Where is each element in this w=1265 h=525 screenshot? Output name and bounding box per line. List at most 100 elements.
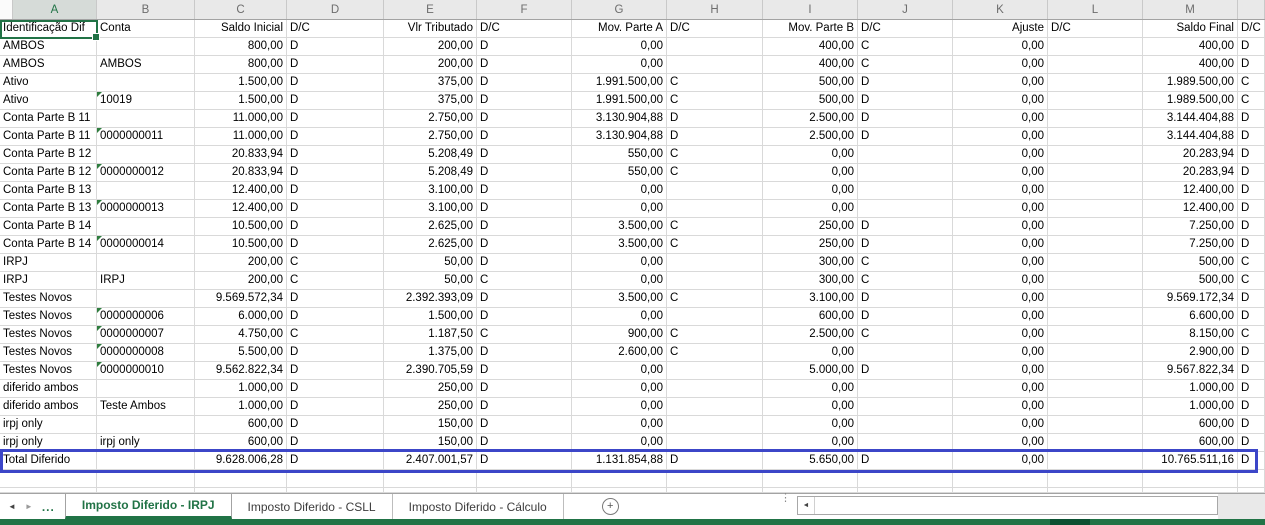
cell[interactable]: 0,00 xyxy=(953,218,1048,236)
cell[interactable]: D xyxy=(287,182,384,200)
cell[interactable]: D xyxy=(477,164,572,182)
cell[interactable]: 0000000014 xyxy=(97,236,195,254)
cell[interactable]: 300,00 xyxy=(763,254,858,272)
cell[interactable]: 0000000010 xyxy=(97,362,195,380)
cell[interactable]: 0,00 xyxy=(763,164,858,182)
cell[interactable]: 20.833,94 xyxy=(195,164,287,182)
cell[interactable] xyxy=(858,398,953,416)
column-header-G[interactable]: G xyxy=(572,0,667,19)
cell[interactable] xyxy=(97,380,195,398)
cell[interactable]: 10.765.511,16 xyxy=(1143,452,1238,470)
cell[interactable]: D xyxy=(477,416,572,434)
cell[interactable]: 2.392.393,09 xyxy=(384,290,477,308)
column-header-H[interactable]: H xyxy=(667,0,763,19)
cell[interactable]: 2.500,00 xyxy=(763,110,858,128)
cell[interactable]: C xyxy=(667,326,763,344)
cell[interactable]: Conta Parte B 11 xyxy=(0,110,97,128)
cell[interactable]: C xyxy=(667,92,763,110)
cell[interactable] xyxy=(1048,236,1143,254)
cell[interactable] xyxy=(97,146,195,164)
cell[interactable]: D xyxy=(477,38,572,56)
cell[interactable]: Testes Novos xyxy=(0,344,97,362)
cell[interactable]: 7.250,00 xyxy=(1143,218,1238,236)
cell[interactable]: 2.750,00 xyxy=(384,110,477,128)
column-header-J[interactable]: J xyxy=(858,0,953,19)
cell[interactable]: 0,00 xyxy=(953,362,1048,380)
cell[interactable]: 1.000,00 xyxy=(195,398,287,416)
cell[interactable]: 1.500,00 xyxy=(195,74,287,92)
cell[interactable]: D xyxy=(477,380,572,398)
cell[interactable] xyxy=(1048,470,1143,488)
cell[interactable]: 50,00 xyxy=(384,272,477,290)
cell[interactable]: 500,00 xyxy=(763,74,858,92)
field-header-cell[interactable]: Conta xyxy=(97,20,195,38)
cell[interactable]: D xyxy=(287,416,384,434)
cell[interactable]: C xyxy=(858,254,953,272)
cell[interactable]: Conta Parte B 14 xyxy=(0,218,97,236)
field-header-cell[interactable]: Vlr Tributado xyxy=(384,20,477,38)
cell[interactable] xyxy=(858,470,953,488)
cell[interactable]: D xyxy=(477,290,572,308)
cell[interactable] xyxy=(667,272,763,290)
cell[interactable]: 0,00 xyxy=(953,416,1048,434)
cell[interactable]: 0,00 xyxy=(572,380,667,398)
cell[interactable]: 2.600,00 xyxy=(572,344,667,362)
cell[interactable]: 6.600,00 xyxy=(1143,308,1238,326)
cell[interactable] xyxy=(97,218,195,236)
cell[interactable]: D xyxy=(858,362,953,380)
cell[interactable]: C xyxy=(1238,326,1265,344)
cell[interactable]: D xyxy=(477,74,572,92)
cell[interactable] xyxy=(97,290,195,308)
cell[interactable] xyxy=(667,308,763,326)
sheet-tab-imposto-diferido-csll[interactable]: Imposto Diferido - CSLL xyxy=(232,494,393,519)
cell[interactable]: 0000000007 xyxy=(97,326,195,344)
cell[interactable] xyxy=(97,182,195,200)
field-header-cell[interactable]: Identificação Dif xyxy=(0,20,97,38)
cell[interactable]: 9.562.822,34 xyxy=(195,362,287,380)
cell[interactable]: 1.187,50 xyxy=(384,326,477,344)
cell[interactable] xyxy=(858,344,953,362)
cell[interactable]: 1.375,00 xyxy=(384,344,477,362)
cell[interactable] xyxy=(1048,326,1143,344)
cell[interactable]: 1.000,00 xyxy=(195,380,287,398)
cell[interactable]: 0,00 xyxy=(953,146,1048,164)
cell[interactable]: C xyxy=(667,146,763,164)
cell[interactable]: 0000000006 xyxy=(97,308,195,326)
cell[interactable]: Conta Parte B 12 xyxy=(0,164,97,182)
cell[interactable]: 0,00 xyxy=(763,416,858,434)
cell[interactable]: 0,00 xyxy=(953,452,1048,470)
cell[interactable]: 400,00 xyxy=(763,56,858,74)
cell[interactable]: 12.400,00 xyxy=(195,200,287,218)
cell[interactable]: 2.500,00 xyxy=(763,128,858,146)
cell[interactable] xyxy=(97,74,195,92)
cell[interactable]: IRPJ xyxy=(0,272,97,290)
cell[interactable]: D xyxy=(287,110,384,128)
cell[interactable]: 3.500,00 xyxy=(572,290,667,308)
cell[interactable]: Conta Parte B 12 xyxy=(0,146,97,164)
cell[interactable]: 0000000008 xyxy=(97,344,195,362)
cell[interactable]: 3.130.904,88 xyxy=(572,128,667,146)
cell[interactable] xyxy=(1048,434,1143,452)
cell[interactable] xyxy=(1048,344,1143,362)
cell[interactable] xyxy=(572,470,667,488)
cell[interactable]: D xyxy=(287,290,384,308)
cell[interactable] xyxy=(1048,290,1143,308)
cell[interactable]: 9.569.572,34 xyxy=(195,290,287,308)
cell[interactable]: C xyxy=(667,164,763,182)
cell[interactable]: 1.989.500,00 xyxy=(1143,92,1238,110)
cell[interactable]: 4.750,00 xyxy=(195,326,287,344)
cell[interactable]: C xyxy=(287,272,384,290)
cell[interactable]: 800,00 xyxy=(195,38,287,56)
column-header-L[interactable]: L xyxy=(1048,0,1143,19)
cell[interactable]: irpj only xyxy=(0,434,97,452)
cell[interactable]: 7.250,00 xyxy=(1143,236,1238,254)
cell[interactable]: 1.500,00 xyxy=(195,92,287,110)
cell[interactable]: D xyxy=(477,308,572,326)
cell[interactable]: D xyxy=(477,200,572,218)
cell[interactable]: C xyxy=(477,326,572,344)
cell[interactable]: 0,00 xyxy=(953,272,1048,290)
cell[interactable]: Conta Parte B 14 xyxy=(0,236,97,254)
cell[interactable]: C xyxy=(858,326,953,344)
cell[interactable]: 0,00 xyxy=(572,398,667,416)
cell[interactable] xyxy=(858,200,953,218)
